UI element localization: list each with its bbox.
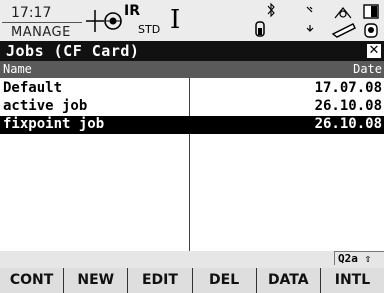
softkey-bar: CONT NEW EDIT DEL DATA INTL xyxy=(0,268,384,293)
radio-icon xyxy=(306,6,314,32)
column-header: Name Date xyxy=(0,61,384,78)
job-date: 26.10.08 xyxy=(314,98,382,114)
data-button[interactable]: DATA xyxy=(255,268,320,293)
edit-button[interactable]: EDIT xyxy=(127,268,192,293)
cont-button[interactable]: CONT xyxy=(0,268,64,293)
job-name: Default xyxy=(3,80,63,96)
battery-icon xyxy=(363,4,379,38)
job-date: 17.07.08 xyxy=(314,80,382,96)
page-title: Jobs (CF Card) xyxy=(6,42,140,60)
list-item-selected[interactable]: fixpoint job 26.10.08 xyxy=(0,116,384,134)
level-icon xyxy=(255,21,265,37)
shift-icon: ⇧ xyxy=(357,252,372,265)
job-name: active job xyxy=(3,98,88,114)
input-mode-indicator: Q2a ⇧ xyxy=(334,251,384,265)
delete-button[interactable]: DEL xyxy=(191,268,256,293)
ir-label: IR xyxy=(124,3,140,19)
antenna-icon xyxy=(104,12,122,30)
new-button[interactable]: NEW xyxy=(63,268,128,293)
close-icon[interactable]: ✕ xyxy=(367,44,381,58)
list-item[interactable]: Default 17.07.08 xyxy=(0,80,384,98)
mode-label: MANAGE xyxy=(11,25,71,40)
list-item[interactable]: active job 26.10.08 xyxy=(0,98,384,116)
clock: 17:17 xyxy=(11,5,52,21)
clock-divider xyxy=(2,22,82,23)
input-mode-label: Q2a xyxy=(338,252,358,265)
column-header-name: Name xyxy=(3,62,32,76)
bluetooth-icon xyxy=(267,2,275,18)
column-header-date: Date xyxy=(353,62,382,76)
jobs-list: Name Date Default 17.07.08 active job 26… xyxy=(0,61,384,251)
intl-button[interactable]: INTL xyxy=(319,268,384,293)
cursor-indicator: I xyxy=(170,5,181,35)
job-date: 26.10.08 xyxy=(314,116,382,132)
std-label: STD xyxy=(138,23,161,36)
clock-box: 17:17 MANAGE xyxy=(2,3,82,40)
status-bar: 17:17 MANAGE IR STD I xyxy=(0,0,384,41)
job-name: fixpoint job xyxy=(3,116,105,132)
tilt-icon xyxy=(331,7,356,38)
title-bar: Jobs (CF Card) ✕ xyxy=(0,41,384,61)
